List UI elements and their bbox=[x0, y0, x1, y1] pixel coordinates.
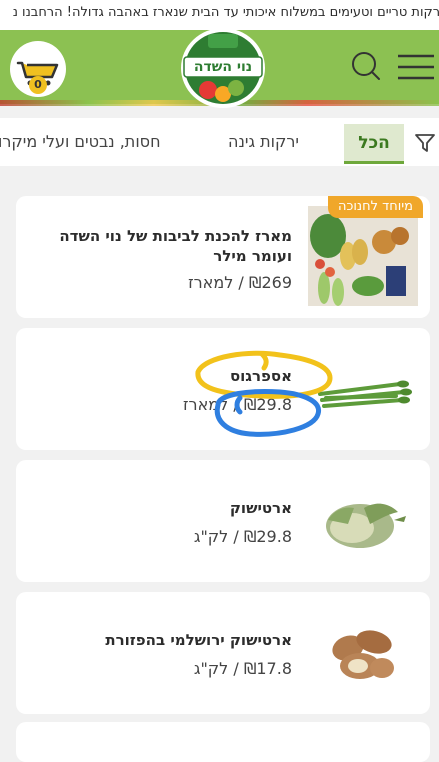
product-image-hanukkah-box bbox=[308, 206, 418, 306]
product-unit: לק"ג bbox=[193, 527, 229, 546]
product-card-next[interactable] bbox=[16, 722, 430, 762]
product-price: ₪17.8 bbox=[243, 659, 292, 678]
product-price-line: ₪29.8 / לק"ג bbox=[194, 527, 292, 546]
filter-icon[interactable] bbox=[414, 132, 436, 154]
product-badge: מיוחד לחנוכה bbox=[328, 196, 423, 218]
product-price: ₪269 bbox=[248, 273, 292, 292]
category-tabs: הכל ירקות גינה חסות, נבטים ועלי מיקרו bbox=[0, 118, 439, 166]
price-separator: / bbox=[233, 273, 244, 292]
cart-count-badge: 0 bbox=[29, 76, 47, 94]
product-image-artichoke bbox=[326, 503, 406, 548]
product-price: ₪29.8 bbox=[243, 395, 292, 414]
product-price-line: ₪269 / למארז bbox=[188, 273, 292, 292]
product-title: ארטישוק ירושלמי בהפזורת bbox=[105, 631, 292, 649]
hamburger-menu-icon[interactable] bbox=[396, 52, 436, 82]
product-title: מארז להכנת לביבות של נוי השדה ועומר מילר bbox=[59, 227, 292, 265]
product-unit: למארז bbox=[188, 273, 234, 292]
product-image-asparagus bbox=[318, 380, 412, 408]
product-unit: למארז bbox=[183, 395, 229, 414]
search-icon[interactable] bbox=[349, 50, 381, 82]
price-separator: / bbox=[228, 527, 239, 546]
product-title: ארטישוק bbox=[229, 499, 292, 517]
product-card-jerusalem-artichoke[interactable]: ארטישוק ירושלמי בהפזורת ₪17.8 / לק"ג bbox=[16, 592, 430, 714]
product-card-artichoke[interactable]: ארטישוק ₪29.8 / לק"ג bbox=[16, 460, 430, 582]
tab-all[interactable]: הכל bbox=[344, 124, 404, 164]
product-unit: לק"ג bbox=[193, 659, 229, 678]
product-image-jerusalem-artichoke bbox=[332, 630, 394, 679]
ticker-text: ירקות טריים וטעימים במשלוח איכותי עד הבי… bbox=[12, 5, 439, 20]
product-card-hanukkah-box[interactable]: מיוחד לחנוכה מארז להכנת לביבות של נוי הש… bbox=[16, 196, 430, 318]
tab-lettuce-sprouts[interactable]: חסות, נבטים ועלי מיקרו bbox=[0, 132, 161, 151]
product-title: אספרגוס bbox=[229, 367, 292, 385]
product-price: ₪29.8 bbox=[243, 527, 292, 546]
logo-text: נוי השדה bbox=[193, 59, 253, 75]
price-separator: / bbox=[228, 395, 239, 414]
product-price-line: ₪17.8 / לק"ג bbox=[194, 659, 292, 678]
product-card-asparagus[interactable]: אספרגוס ₪29.8 / למארז bbox=[16, 328, 430, 450]
site-logo[interactable]: נוי השדה bbox=[178, 24, 268, 110]
tab-garden-vegetables[interactable]: ירקות גינה bbox=[228, 132, 299, 151]
price-separator: / bbox=[228, 659, 239, 678]
product-price-line: ₪29.8 / למארז bbox=[183, 395, 292, 414]
